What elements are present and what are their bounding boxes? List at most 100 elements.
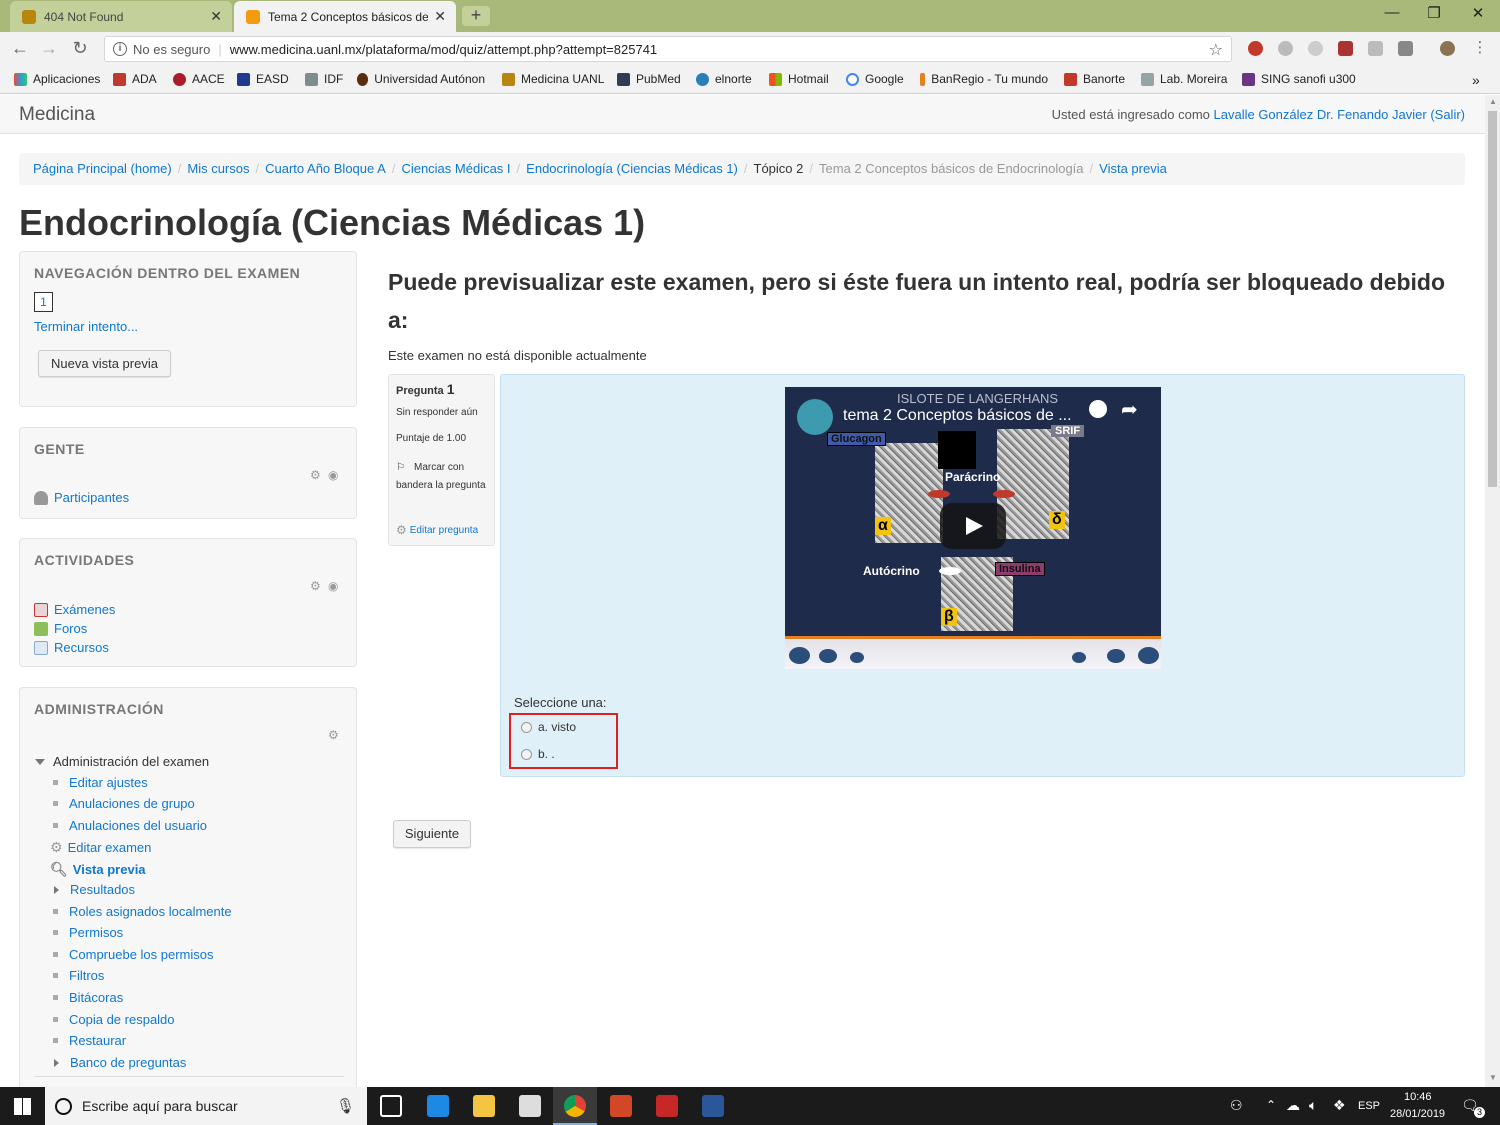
bookmark-lab-moreira[interactable]: Lab. Moreira: [1141, 72, 1227, 86]
answer-option-a[interactable]: a. visto: [521, 720, 576, 734]
word-icon[interactable]: [702, 1095, 724, 1117]
watch-later-icon[interactable]: [1089, 400, 1107, 418]
bookmark-hotmail[interactable]: Hotmail: [769, 72, 829, 86]
new-preview-button[interactable]: Nueva vista previa: [38, 350, 171, 377]
extension-icon[interactable]: [1308, 41, 1323, 56]
bookmark-aace[interactable]: AACE: [173, 72, 225, 86]
close-window-icon[interactable]: ✕: [1458, 4, 1498, 22]
microphone-icon[interactable]: 🎙︎: [336, 1097, 355, 1115]
admin-local-roles[interactable]: Roles asignados localmente: [50, 904, 232, 919]
activity-quizzes-link[interactable]: Exámenes: [34, 602, 115, 617]
bookmark-star-icon[interactable]: ☆: [1209, 40, 1223, 60]
site-brand[interactable]: Medicina: [19, 104, 95, 126]
profile-avatar[interactable]: [1440, 41, 1455, 56]
admin-section-quiz[interactable]: Administración del examen: [35, 754, 209, 769]
page-scrollbar[interactable]: ▲ ▼: [1485, 95, 1500, 1087]
onedrive-icon[interactable]: ☁: [1286, 1097, 1300, 1114]
dropbox-icon[interactable]: ❖: [1333, 1097, 1346, 1114]
bookmark-ada[interactable]: ADA: [113, 72, 157, 86]
share-icon[interactable]: ➦: [1121, 397, 1138, 422]
bookmark-medicina[interactable]: Medicina UANL: [502, 72, 604, 86]
reload-icon[interactable]: ↻: [69, 38, 91, 59]
admin-user-overrides[interactable]: Anulaciones del usuario: [50, 818, 207, 833]
forward-arrow-icon[interactable]: →: [38, 38, 60, 59]
drive-extension-icon[interactable]: [1368, 41, 1383, 56]
bookmark-easd[interactable]: EASD: [237, 72, 289, 86]
activity-resources-link[interactable]: Recursos: [34, 640, 109, 655]
extension-icon[interactable]: [1278, 41, 1293, 56]
bookmark-banregio[interactable]: BanRegio - Tu mundo: [920, 72, 1048, 86]
gear-icon[interactable]: ⚙: [328, 728, 339, 742]
scroll-down-icon[interactable]: ▼: [1489, 1073, 1497, 1082]
new-tab-button[interactable]: +: [462, 6, 490, 26]
file-explorer-icon[interactable]: [473, 1095, 495, 1117]
restore-icon[interactable]: ❐: [1414, 4, 1454, 22]
finish-attempt-link[interactable]: Terminar intento...: [34, 319, 138, 334]
pdf-extension-icon[interactable]: [1338, 41, 1353, 56]
powerpoint-icon[interactable]: [610, 1095, 632, 1117]
video-play-button[interactable]: [940, 503, 1006, 549]
eye-icon[interactable]: ◉: [328, 468, 338, 482]
acrobat-icon[interactable]: [656, 1095, 678, 1117]
url-text[interactable]: www.medicina.uanl.mx/plataforma/mod/quiz…: [230, 42, 657, 57]
edge-browser-icon[interactable]: [427, 1095, 449, 1117]
eye-icon[interactable]: ◉: [328, 579, 338, 593]
tray-chevron-icon[interactable]: ⌃: [1266, 1098, 1276, 1112]
task-view-icon[interactable]: [380, 1095, 402, 1117]
clock-date[interactable]: 28/01/2019: [1390, 1108, 1445, 1120]
youtube-video-embed[interactable]: ISLOTE DE LANGERHANS tema 2 Conceptos bá…: [785, 387, 1161, 669]
participants-link[interactable]: Participantes: [34, 490, 129, 505]
taskbar-search[interactable]: Escribe aquí para buscar 🎙︎: [45, 1087, 367, 1125]
user-profile-link[interactable]: Lavalle González Dr. Fenando Javier: [1214, 107, 1427, 122]
admin-preview[interactable]: 🔍︎ Vista previa: [50, 861, 146, 878]
next-button[interactable]: Siguiente: [393, 820, 471, 848]
breadcrumb-quiz[interactable]: Tema 2 Conceptos básicos de Endocrinolog…: [819, 161, 1084, 176]
scrollbar-thumb[interactable]: [1488, 111, 1497, 487]
browser-tab-404[interactable]: 404 Not Found ✕: [10, 1, 232, 32]
answer-option-b[interactable]: b. .: [521, 747, 555, 761]
windows-start-icon[interactable]: [14, 1098, 31, 1115]
radio-button[interactable]: [521, 748, 532, 760]
info-icon[interactable]: i: [113, 42, 127, 56]
bookmark-banorte[interactable]: Banorte: [1064, 72, 1125, 86]
bookmark-sing-sanofi[interactable]: SING sanofi u300: [1242, 72, 1356, 86]
gear-icon[interactable]: ⚙: [310, 468, 321, 482]
bookmarks-overflow-icon[interactable]: »: [1472, 72, 1480, 88]
language-indicator[interactable]: ESP: [1358, 1100, 1380, 1112]
close-tab-icon[interactable]: ✕: [434, 8, 446, 25]
volume-icon[interactable]: 🔈︎: [1309, 1097, 1317, 1114]
help-extension-icon[interactable]: [1398, 41, 1413, 56]
breadcrumb-category[interactable]: Ciencias Médicas I: [401, 161, 510, 176]
video-title[interactable]: tema 2 Conceptos básicos de ...: [843, 407, 1072, 425]
admin-results[interactable]: Resultados: [50, 882, 135, 897]
back-arrow-icon[interactable]: ←: [9, 38, 31, 59]
address-bar[interactable]: i No es seguro | www.medicina.uanl.mx/pl…: [104, 36, 1232, 62]
close-tab-icon[interactable]: ✕: [210, 8, 222, 25]
admin-question-bank[interactable]: Banco de preguntas: [50, 1055, 186, 1070]
channel-avatar[interactable]: [797, 399, 833, 435]
logout-link[interactable]: (Salir): [1430, 107, 1465, 122]
chrome-taskbar-active[interactable]: [553, 1087, 597, 1125]
bookmark-google[interactable]: Google: [846, 72, 904, 86]
admin-logs[interactable]: Bitácoras: [50, 990, 123, 1005]
menu-dots-icon[interactable]: ⋮: [1469, 38, 1491, 56]
admin-group-overrides[interactable]: Anulaciones de grupo: [50, 796, 195, 811]
bookmark-pubmed[interactable]: PubMed: [617, 72, 681, 86]
bookmark-apps[interactable]: Aplicaciones: [14, 72, 100, 86]
browser-tab-quiz[interactable]: Tema 2 Conceptos básicos de En ✕: [234, 1, 456, 32]
activity-forums-link[interactable]: Foros: [34, 621, 87, 636]
scroll-up-icon[interactable]: ▲: [1489, 97, 1497, 106]
bookmark-idf[interactable]: IDF: [305, 72, 343, 86]
clock-time[interactable]: 10:46: [1404, 1091, 1432, 1103]
admin-permissions[interactable]: Permisos: [50, 925, 123, 940]
admin-filters[interactable]: Filtros: [50, 968, 104, 983]
bookmark-elnorte[interactable]: elnorte: [696, 72, 752, 86]
breadcrumb-year-block[interactable]: Cuarto Año Bloque A: [265, 161, 386, 176]
store-icon[interactable]: [519, 1095, 541, 1117]
edit-question-link[interactable]: ⚙ Editar pregunta: [396, 523, 478, 537]
adblock-extension-icon[interactable]: [1248, 41, 1263, 56]
admin-edit-settings[interactable]: Editar ajustes: [50, 775, 148, 790]
breadcrumb-home[interactable]: Página Principal (home): [33, 161, 172, 176]
radio-button[interactable]: [521, 721, 532, 733]
flag-question[interactable]: ⚐ Marcar con bandera la pregunta: [396, 459, 490, 495]
